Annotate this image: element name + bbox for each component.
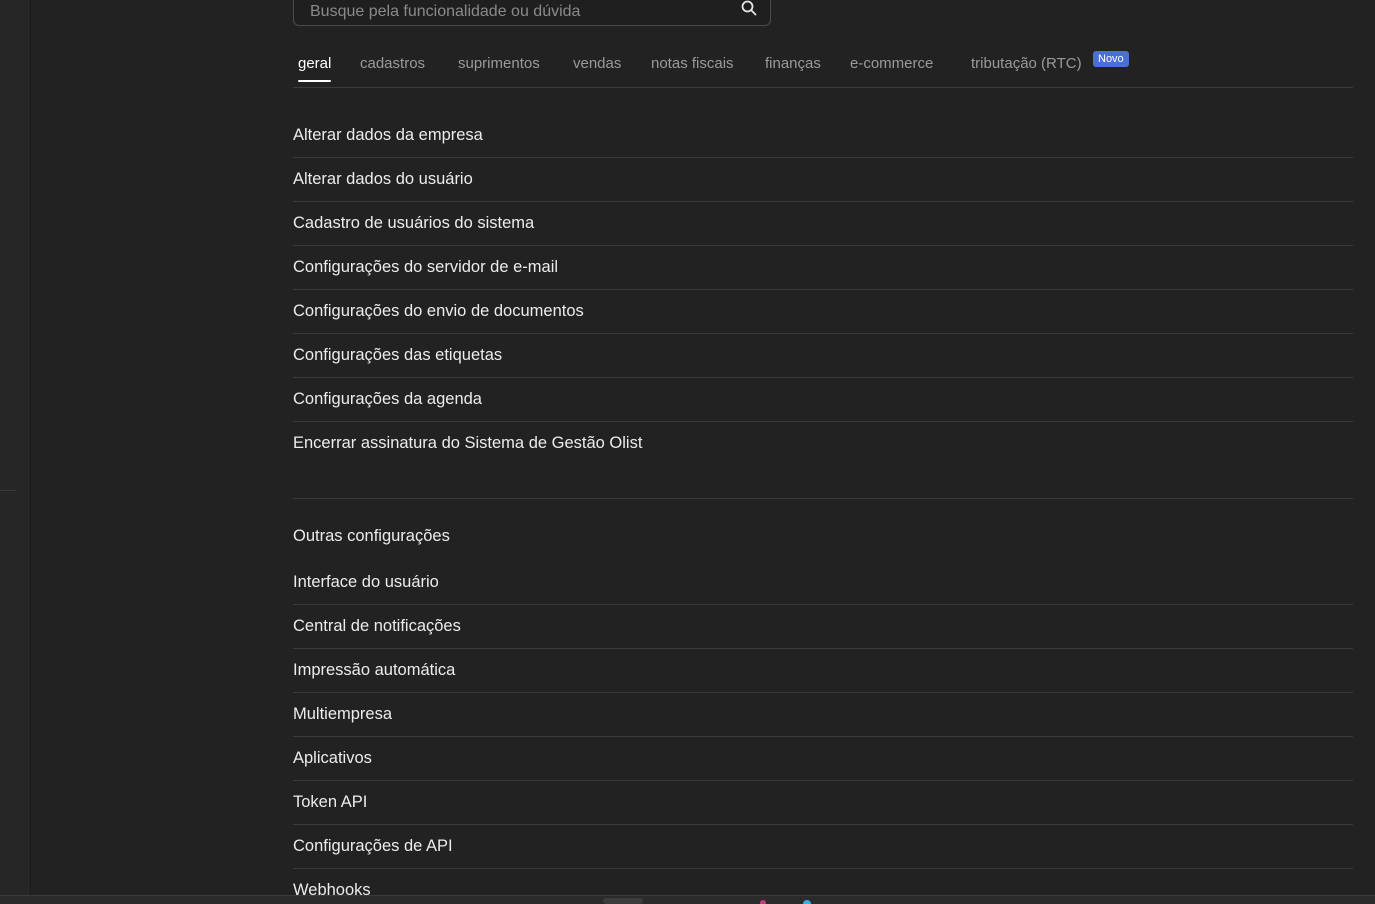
list-item[interactable]: Configurações das etiquetas <box>293 334 1353 378</box>
sidebar-divider <box>0 490 16 491</box>
taskbar-item <box>603 898 643 904</box>
list-item[interactable]: Configurações do servidor de e-mail <box>293 246 1353 290</box>
list-item[interactable]: Impressão automática <box>293 649 1353 693</box>
list-item[interactable]: Aplicativos <box>293 737 1353 781</box>
list-item[interactable]: Encerrar assinatura do Sistema de Gestão… <box>293 422 1353 466</box>
section-divider <box>293 498 1353 499</box>
list-item[interactable]: Cadastro de usuários do sistema <box>293 202 1353 246</box>
tab-geral[interactable]: geral <box>298 55 332 82</box>
tab-financas[interactable]: finanças <box>765 55 821 72</box>
other-settings-list: Interface do usuário Central de notifica… <box>293 561 1353 904</box>
section-title: Outras configurações <box>293 527 450 545</box>
general-settings-list: Alterar dados da empresa Alterar dados d… <box>293 114 1353 466</box>
list-item[interactable]: Configurações da agenda <box>293 378 1353 422</box>
search-icon[interactable] <box>740 0 758 17</box>
left-sidebar <box>0 0 31 896</box>
search-box <box>293 0 771 26</box>
list-item[interactable]: Token API <box>293 781 1353 825</box>
list-item[interactable]: Configurações de API <box>293 825 1353 869</box>
list-item[interactable]: Central de notificações <box>293 605 1353 649</box>
taskbar-app-icon <box>760 900 766 904</box>
list-item[interactable]: Configurações do envio de documentos <box>293 290 1353 334</box>
list-item[interactable]: Alterar dados do usuário <box>293 158 1353 202</box>
bottom-taskbar <box>0 895 1375 904</box>
list-item[interactable]: Interface do usuário <box>293 561 1353 605</box>
new-badge: Novo <box>1093 51 1129 67</box>
tab-e-commerce[interactable]: e-commerce <box>850 55 933 72</box>
search-input[interactable] <box>310 0 720 25</box>
taskbar-app-icon <box>803 900 811 904</box>
settings-tabs: geral cadastros suprimentos vendas notas… <box>293 50 1353 88</box>
tab-vendas[interactable]: vendas <box>573 55 621 72</box>
list-item[interactable]: Multiempresa <box>293 693 1353 737</box>
list-item[interactable]: Alterar dados da empresa <box>293 114 1353 158</box>
tab-tributacao[interactable]: tributação (RTC) <box>971 55 1082 72</box>
settings-page: geral cadastros suprimentos vendas notas… <box>0 0 1375 904</box>
tab-suprimentos[interactable]: suprimentos <box>458 55 540 72</box>
tab-cadastros[interactable]: cadastros <box>360 55 425 72</box>
tab-notas-fiscais[interactable]: notas fiscais <box>651 55 734 72</box>
